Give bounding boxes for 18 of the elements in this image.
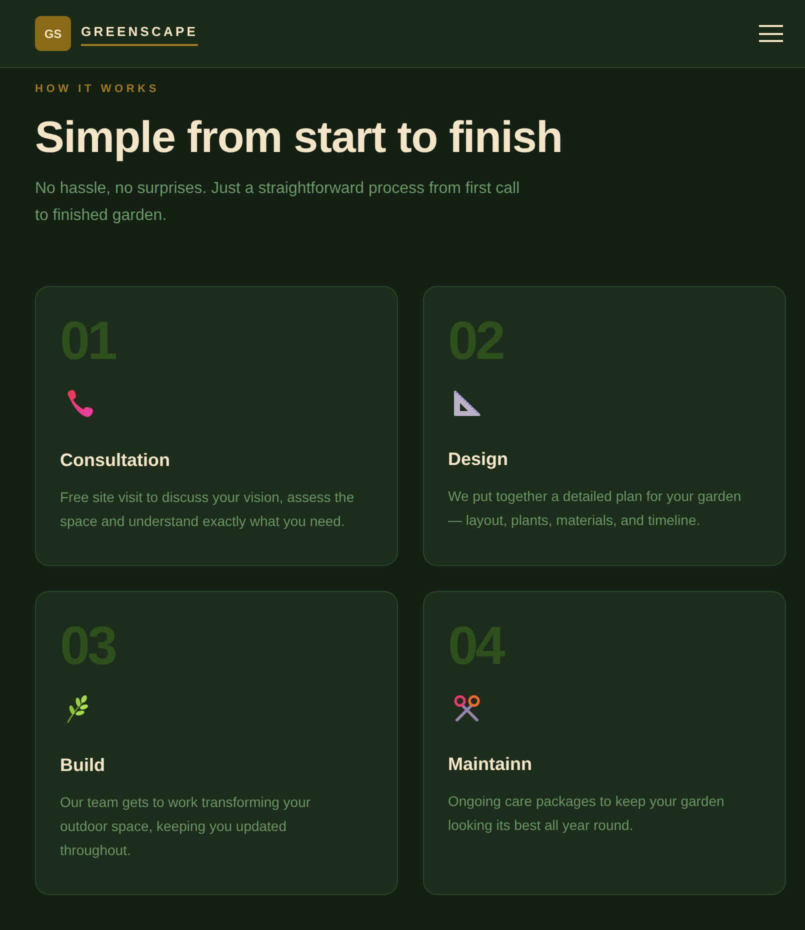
step-title: Design [448,448,508,471]
scissors-icon [453,695,481,722]
step-title: Consultation [60,449,170,472]
step-title: Maintainn [448,753,532,776]
section-eyebrow: HOW IT WORKS [35,82,160,97]
step-description: Ongoing care packages to keep your garden looking its best all year round. [448,792,726,835]
step-title: Build [60,754,105,777]
section-subtitle: No hassle, no surprises. Just a straightforward process from first call to finished garden. [35,179,521,226]
logo-badge[interactable]: GS [35,16,71,51]
set-square-icon [453,390,481,417]
step-description: Our team gets to work transforming your outdoor space, keeping you updated throughout. [60,793,312,860]
section-heading: Simple from start to finish [35,114,562,162]
phone-handset-icon [65,390,93,418]
brand-name[interactable]: GREENSCAPE [81,24,198,46]
leafy-branch-icon [65,695,89,723]
step-description: Free site visit to discuss your vision, assess the space and understand exactly what you need. [60,488,356,531]
menu-icon[interactable] [759,25,783,42]
step-description: We put together a detailed plan for your garden — layout, plants, materials, and timeline. [448,487,742,530]
